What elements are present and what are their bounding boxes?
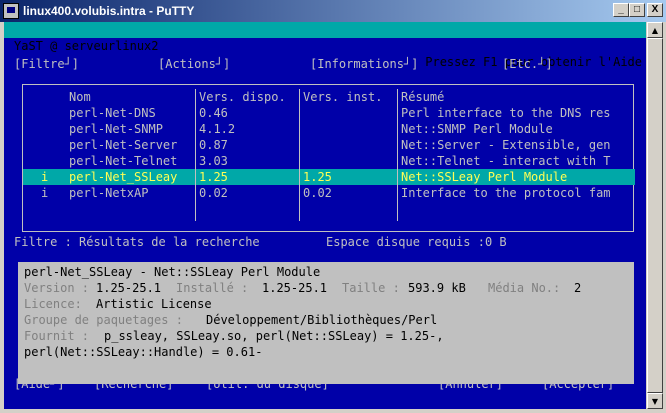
row-inst: 1.25 (303, 170, 332, 184)
row-avail: 4.1.2 (199, 122, 236, 136)
provides-label: Fournit : (24, 329, 90, 343)
row-summary: Net::SNMP Perl Module (401, 122, 553, 136)
provides-value: p_ssleay, SSLeay.so, perl(Net::SSLeay) =… (104, 329, 444, 343)
scroll-up-icon[interactable]: ▲ (647, 22, 663, 38)
row-summary: Net::SSLeay Perl Module (401, 170, 568, 184)
row-status: i (41, 186, 49, 200)
col-header-name[interactable]: Nom (69, 89, 193, 105)
col-header-avail[interactable]: Vers. dispo. (199, 89, 297, 105)
row-status: i (41, 170, 49, 184)
media-label: Média No.: (488, 281, 561, 295)
menu-filtre[interactable]: [Filtre┘] (14, 56, 79, 72)
table-row[interactable]: i perl-NetxAP 0.02 0.02 Interface to the… (23, 185, 635, 201)
row-inst: 0.02 (303, 186, 332, 200)
column-divider (397, 89, 398, 221)
size-value: 593.9 kB (408, 281, 466, 295)
recherche-button[interactable]: [Recherche] (94, 376, 173, 392)
putty-icon[interactable] (3, 3, 19, 19)
yast-header: YaST @ serveurlinux2 Pressez F1 pour obt… (4, 22, 646, 69)
table-row[interactable]: perl-Net-Server 0.87 Net::Server - Exten… (23, 137, 635, 153)
table-row[interactable]: perl-Net-SNMP 4.1.2 Net::SNMP Perl Modul… (23, 121, 635, 137)
scrollbar-thumb[interactable] (647, 38, 663, 393)
column-divider (299, 89, 300, 221)
row-summary: Net::Telnet - interact with T (401, 154, 611, 168)
row-avail: 3.03 (199, 154, 228, 168)
size-label: Taille : (342, 281, 400, 295)
row-name: perl-Net-SNMP (69, 122, 163, 136)
col-header-summary[interactable]: Résumé (401, 89, 633, 105)
table-row[interactable]: perl-Net-Telnet 3.03 Net::Telnet - inter… (23, 153, 635, 169)
package-details-pane[interactable]: perl-Net_SSLeay - Net::SSLeay Perl Modul… (18, 262, 634, 384)
installed-label: Installé : (176, 281, 249, 295)
row-name: perl-Net-Server (69, 138, 178, 152)
provides-continued: perl(Net::SSLeay::Handle) = 0.61- (24, 345, 263, 359)
row-avail: 0.87 (199, 138, 228, 152)
row-summary: Perl interface to the DNS res (401, 106, 611, 120)
row-name: perl-Net_SSLeay (69, 170, 178, 184)
table-header: Nom Vers. dispo. Vers. inst. Résumé (23, 89, 635, 105)
col-header-inst[interactable]: Vers. inst. (303, 89, 395, 105)
row-avail: 0.46 (199, 106, 228, 120)
annuler-button[interactable]: [Annuler] (438, 376, 503, 392)
installed-value: 1.25-25.1 (262, 281, 328, 295)
filter-label: Filtre : Résultats de la recherche (14, 235, 260, 249)
row-name: perl-NetxAP (69, 186, 149, 200)
window-titlebar[interactable]: linux400.volubis.intra - PuTTY _ □ X (0, 0, 666, 22)
table-row[interactable]: perl-Net-DNS 0.46 Perl interface to the … (23, 105, 635, 121)
maximize-button[interactable]: □ (629, 3, 645, 17)
disk-space-label: Espace disque requis :0 B (326, 235, 507, 249)
row-name: perl-Net-DNS (69, 106, 156, 120)
vertical-scrollbar[interactable]: ▲ ▼ (646, 22, 663, 409)
aide-button[interactable]: [Aide┘] (14, 376, 65, 392)
group-label: Groupe de paquetages : (24, 313, 183, 327)
minimize-button[interactable]: _ (613, 3, 629, 17)
license-value: Artistic License (96, 297, 212, 311)
group-value: Développement/Bibliothèques/Perl (206, 313, 438, 327)
license-label: Licence: (24, 297, 82, 311)
row-summary: Net::Server - Extensible, gen (401, 138, 611, 152)
window-title: linux400.volubis.intra - PuTTY (23, 4, 195, 18)
version-value: 1.25-25.1 (96, 281, 162, 295)
yast-host: YaST @ serveurlinux2 (14, 39, 159, 53)
accepter-button[interactable]: [Accepter] (542, 376, 614, 392)
row-avail: 1.25 (199, 170, 228, 184)
row-name: perl-Net-Telnet (69, 154, 178, 168)
menu-actions[interactable]: [Actions┘] (158, 56, 230, 72)
details-title: perl-Net_SSLeay - Net::SSLeay Perl Modul… (24, 265, 321, 279)
menu-etc[interactable]: [Etc.┘] (502, 56, 553, 72)
close-button[interactable]: X (647, 3, 663, 17)
row-avail: 0.02 (199, 186, 228, 200)
column-divider (195, 89, 196, 221)
row-summary: Interface to the protocol fam (401, 186, 611, 200)
media-value: 2 (574, 281, 582, 295)
package-table[interactable]: Nom Vers. dispo. Vers. inst. Résumé perl… (22, 84, 635, 232)
terminal-area[interactable]: YaST @ serveurlinux2 Pressez F1 pour obt… (4, 22, 646, 409)
menu-informations[interactable]: [Informations┘] (310, 56, 418, 72)
disk-usage-button[interactable]: [Util. du disque] (206, 376, 329, 392)
version-label: Version : (24, 281, 90, 295)
scroll-down-icon[interactable]: ▼ (647, 393, 663, 409)
window-controls: _ □ X (613, 3, 663, 17)
table-row-selected[interactable]: i perl-Net_SSLeay 1.25 1.25 Net::SSLeay … (23, 169, 635, 185)
